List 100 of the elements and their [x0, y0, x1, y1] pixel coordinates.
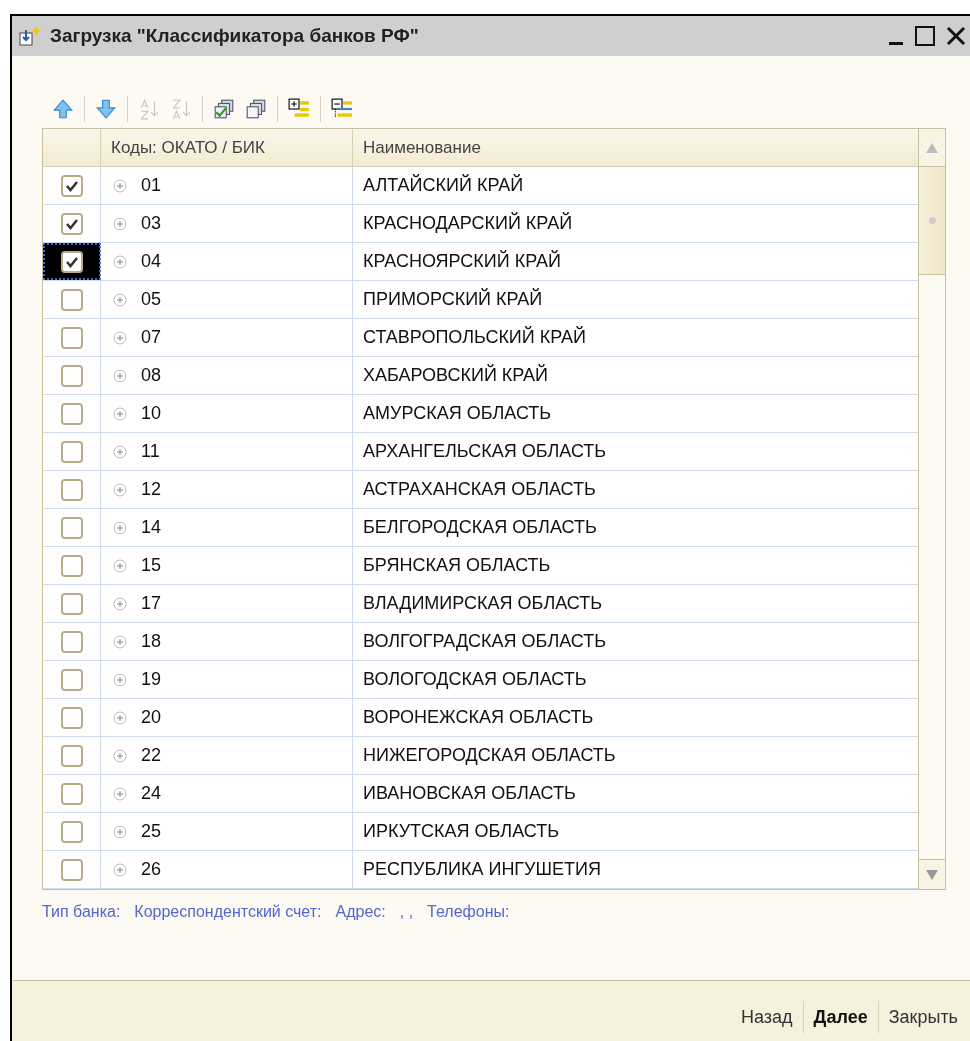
info-label: Телефоны:	[427, 902, 510, 922]
up-arrow-icon[interactable]	[52, 98, 74, 120]
table-cell-text: ПРИМОРСКИЙ КРАЙ	[362, 287, 544, 311]
checkbox[interactable]	[60, 250, 83, 273]
code-text: 20	[141, 706, 162, 729]
info-label: Адрес:	[335, 902, 386, 922]
expand-icon[interactable]	[113, 292, 127, 307]
expand-icon[interactable]	[113, 634, 127, 649]
expand-icon[interactable]	[113, 406, 127, 421]
scroll-down-icon[interactable]	[926, 869, 938, 880]
table-cell-text: АСТРАХАНСКАЯ ОБЛАСТЬ	[362, 478, 597, 501]
checkbox[interactable]	[60, 630, 83, 653]
checkbox[interactable]	[60, 440, 83, 463]
code-text: 12	[141, 478, 162, 501]
window-title: Загрузка "Классификатора банков РФ"	[50, 23, 420, 48]
code-text: 11	[141, 440, 160, 463]
expand-icon[interactable]	[113, 748, 127, 763]
info-label: Тип банка:	[42, 902, 121, 922]
table-cell-text: АРХАНГЕЛЬСКАЯ ОБЛАСТЬ	[362, 440, 608, 463]
code-text: 08	[141, 364, 162, 387]
maximize-icon[interactable]	[914, 25, 936, 47]
expand-icon[interactable]	[113, 672, 127, 687]
table-cell-text: БРЯНСКАЯ ОБЛАСТЬ	[362, 554, 552, 577]
column-header[interactable]: Наименование	[353, 129, 918, 166]
table-cell-text: ВЛАДИМИРСКАЯ ОБЛАСТЬ	[362, 592, 604, 615]
code-text: 17	[141, 592, 162, 615]
expand-tree-icon[interactable]	[288, 98, 310, 120]
checkbox[interactable]	[60, 858, 83, 881]
code-text: 04	[141, 250, 162, 273]
table-cell-text: КРАСНОЯРСКИЙ КРАЙ	[362, 249, 562, 273]
expand-icon[interactable]	[113, 824, 127, 839]
expand-icon[interactable]	[113, 368, 127, 383]
checkmark-icon	[64, 179, 79, 192]
expand-icon[interactable]	[113, 786, 127, 801]
expand-icon[interactable]	[113, 482, 127, 497]
scrollbar[interactable]	[918, 129, 945, 889]
down-arrow-icon[interactable]	[95, 98, 117, 120]
table-cell-text: АМУРСКАЯ ОБЛАСТЬ	[362, 402, 553, 425]
table-cell-text: ВОЛОГОДСКАЯ ОБЛАСТЬ	[362, 668, 588, 691]
code-text: 05	[141, 288, 162, 311]
table-cell-text: ХАБАРОВСКИЙ КРАЙ	[362, 363, 550, 387]
expand-icon[interactable]	[113, 444, 127, 459]
scroll-up-icon[interactable]	[926, 142, 938, 153]
checkbox[interactable]	[60, 820, 83, 843]
code-text: 26	[141, 858, 162, 881]
info-label: , ,	[399, 902, 414, 922]
checkbox[interactable]	[60, 326, 83, 349]
code-text: 15	[141, 554, 162, 577]
table-cell-text: РЕСПУБЛИКА ИНГУШЕТИЯ	[362, 858, 602, 881]
expand-icon[interactable]	[113, 216, 127, 231]
checkbox[interactable]	[60, 288, 83, 311]
expand-icon[interactable]	[113, 178, 127, 193]
checkmark-icon	[64, 217, 79, 230]
expand-icon[interactable]	[113, 710, 127, 725]
column-header[interactable]: Коды: ОКАТО / БИК	[101, 129, 353, 166]
expand-icon[interactable]	[113, 520, 127, 535]
checkbox[interactable]	[60, 744, 83, 767]
checkbox[interactable]	[60, 706, 83, 729]
code-text: 03	[141, 212, 162, 235]
checkbox[interactable]	[60, 554, 83, 577]
code-text: 18	[141, 630, 162, 653]
checkbox[interactable]	[60, 592, 83, 615]
table-cell-text: СТАВРОПОЛЬСКИЙ КРАЙ	[362, 325, 587, 349]
scroll-thumb[interactable]	[919, 167, 945, 275]
checkbox[interactable]	[60, 782, 83, 805]
expand-icon[interactable]	[113, 330, 127, 345]
table-cell-text: ИВАНОВСКАЯ ОБЛАСТЬ	[362, 782, 577, 805]
checkbox[interactable]	[60, 364, 83, 387]
code-text: 10	[141, 402, 162, 425]
footer-button[interactable]: Закрыть	[878, 1003, 968, 1031]
table-cell-text: КРАСНОДАРСКИЙ КРАЙ	[362, 211, 574, 235]
checkbox[interactable]	[60, 174, 83, 197]
table-cell-text: ВОЛГОГРАДСКАЯ ОБЛАСТЬ	[362, 630, 608, 653]
uncheck-all-icon[interactable]	[245, 98, 267, 120]
expand-icon[interactable]	[113, 254, 127, 269]
code-text: 01	[141, 174, 162, 197]
expand-icon[interactable]	[113, 862, 127, 877]
collapse-tree-icon[interactable]	[331, 98, 353, 120]
checkmark-icon	[64, 255, 79, 268]
table-cell-text: ИРКУТСКАЯ ОБЛАСТЬ	[362, 820, 560, 843]
code-text: 24	[141, 782, 162, 805]
expand-icon[interactable]	[113, 596, 127, 611]
table-cell-text: АЛТАЙСКИЙ КРАЙ	[362, 173, 525, 197]
download-icon	[18, 25, 42, 47]
code-text: 14	[141, 516, 162, 539]
checkbox[interactable]	[60, 402, 83, 425]
checkbox[interactable]	[60, 668, 83, 691]
checkbox[interactable]	[60, 212, 83, 235]
table-cell-text: ВОРОНЕЖСКАЯ ОБЛАСТЬ	[362, 706, 595, 729]
footer-button[interactable]: Далее	[803, 1003, 878, 1031]
expand-icon[interactable]	[113, 558, 127, 573]
checkbox[interactable]	[60, 478, 83, 501]
checkbox[interactable]	[60, 516, 83, 539]
code-text: 07	[141, 326, 162, 349]
close-icon[interactable]	[946, 26, 966, 46]
code-text: 19	[141, 668, 162, 691]
footer-button[interactable]: Назад	[731, 1003, 803, 1031]
check-all-icon[interactable]	[213, 98, 235, 120]
table-cell-text: БЕЛГОРОДСКАЯ ОБЛАСТЬ	[362, 516, 598, 539]
info-label: Корреспондентский счет:	[134, 902, 322, 922]
